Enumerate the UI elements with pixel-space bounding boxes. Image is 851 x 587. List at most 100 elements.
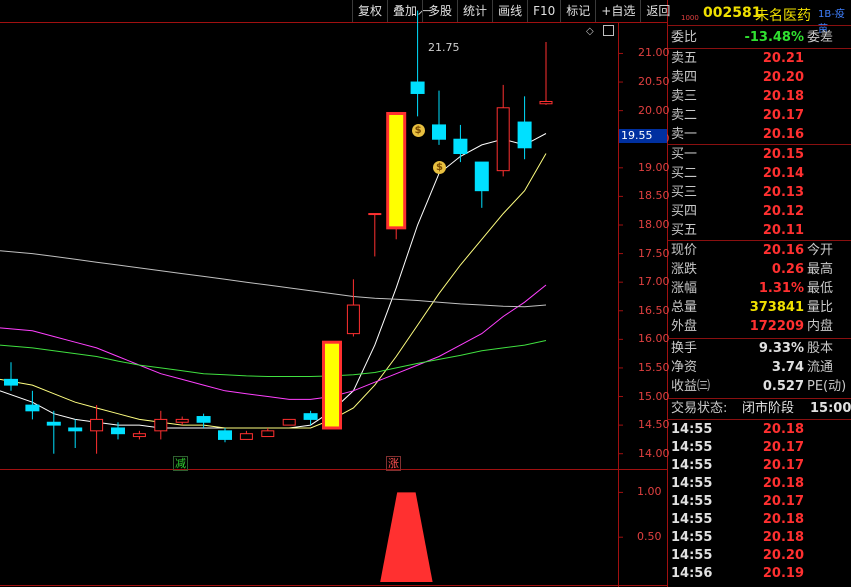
candle-down [453,138,468,155]
stat-value: 373841 [749,300,804,315]
ma20-line [0,284,547,400]
price-axis-label: 16.50 [638,303,670,317]
candle-up [539,100,553,105]
ask-level-row: 卖一 20.16 [668,126,851,144]
toolbar-button-2[interactable]: 多股 [422,0,457,22]
stat-right-label: 内盘 [807,319,834,334]
divider [668,144,851,145]
diamond-icon[interactable]: ◇ [586,26,594,37]
stat-row: 净资 3.74 流通 [668,359,851,377]
stat-value: 172209 [749,319,804,334]
tick-price: 20.18 [762,422,804,437]
toolbar-button-4[interactable]: 画线 [492,0,527,22]
tick-row: 14:56 20.19 [668,565,851,583]
ask-level-value: 20.17 [762,108,804,123]
candle-down [517,121,532,149]
indicator-axis-label: 0.50 [637,530,662,544]
ma60-line [0,250,547,308]
candle-down [68,427,83,432]
ask-level-label: 卖五 [671,51,698,66]
tick-price: 20.17 [762,494,804,509]
tick-time: 14:55 [671,548,713,563]
trade-status-label: 交易状态: [671,401,728,416]
trade-status-value: 闭市阶段 [742,401,795,416]
money-bag-icon: $ [433,160,446,174]
trade-status-time: 15:00: [810,401,851,416]
toolbar-button-6[interactable]: 标记 [560,0,595,22]
stat-label: 外盘 [671,319,698,334]
stat-label: 净资 [671,360,698,375]
peak-price-label: 21.75 [428,41,460,54]
stat-value: 20.16 [762,243,804,258]
stat-value: 3.74 [771,360,804,375]
ask-level-value: 20.20 [762,70,804,85]
weibi-row: 委比 -13.48% 委差 [668,29,851,47]
candle-down [46,421,61,426]
indicator-axis-label: 1.00 [637,485,662,499]
price-axis-label: 15.50 [638,360,670,374]
bid-level-value: 20.13 [762,185,804,200]
price-axis-label: 18.50 [638,189,670,203]
tick-row: 14:55 20.17 [668,439,851,457]
stat-right-label: 今开 [807,243,834,258]
tick-row: 14:55 20.18 [668,421,851,439]
candle-up [261,430,275,438]
stat-row: 收益㈢ 0.527 PE(动) [668,378,851,396]
stat-right-label: 股本 [807,341,834,356]
weibi-value: -13.48% [744,30,804,45]
divider [668,25,851,26]
ask-level-row: 卖四 20.20 [668,69,851,87]
divider [668,419,851,420]
tick-row: 14:55 20.18 [668,529,851,547]
ask-level-label: 卖三 [671,89,698,104]
bid-level-label: 买五 [671,223,698,238]
bid-level-row: 买三 20.13 [668,184,851,202]
candle-up [90,418,104,432]
divider [668,338,851,339]
ma10-line [0,153,547,429]
stat-label: 总量 [671,300,698,315]
tick-row: 14:55 20.20 [668,547,851,565]
ask-level-value: 20.16 [762,127,804,142]
tick-time: 14:55 [671,440,713,455]
stat-right-label: 最高 [807,262,834,277]
price-axis-label: 19.00 [638,160,670,174]
weicha-label: 委差 [807,30,834,45]
ask-level-row: 卖二 20.17 [668,107,851,125]
toolbar-button-0[interactable]: 复权 [352,0,387,22]
limit-up-candle [386,111,407,230]
ma30-line [0,340,547,377]
stat-value: 9.33% [758,341,804,356]
stat-row: 换手 9.33% 股本 [668,340,851,358]
price-axis-label: 14.50 [638,418,670,432]
stat-label: 涨跌 [671,262,698,277]
stat-right-label: 量比 [807,300,834,315]
candle-up [282,418,296,426]
tick-time: 14:55 [671,494,713,509]
stat-value: 0.527 [762,379,804,394]
toolbar-button-7[interactable]: +自选 [595,0,640,22]
ask-level-row: 卖五 20.21 [668,50,851,68]
candle-down [4,378,18,386]
price-axis-label: 17.50 [638,246,670,260]
weibi-label: 委比 [671,30,698,45]
toolbar-button-5[interactable]: F10 [527,0,560,22]
stat-label: 现价 [671,243,698,258]
stock-code: 002581 [703,5,762,21]
ask-level-label: 卖二 [671,108,698,123]
stat-value: 1.31% [758,281,804,296]
tick-price: 20.20 [762,548,804,563]
window-restore-icon[interactable] [603,25,614,36]
toolbar-button-1[interactable]: 叠加 [387,0,422,22]
trade-status-row: 交易状态: 闭市阶段 15:00: [668,400,851,418]
price-axis-label: 15.00 [638,389,670,403]
candle-up [368,213,382,216]
stock-small-tag: 1000 [681,14,699,22]
price-axis-label: 21.00 [638,46,670,60]
tick-price: 20.18 [762,512,804,527]
stat-row: 现价 20.16 今开 [668,242,851,260]
bid-level-label: 买一 [671,147,698,162]
toolbar-button-3[interactable]: 统计 [457,0,492,22]
tick-time: 14:55 [671,530,713,545]
stat-label: 收益㈢ [671,379,711,394]
